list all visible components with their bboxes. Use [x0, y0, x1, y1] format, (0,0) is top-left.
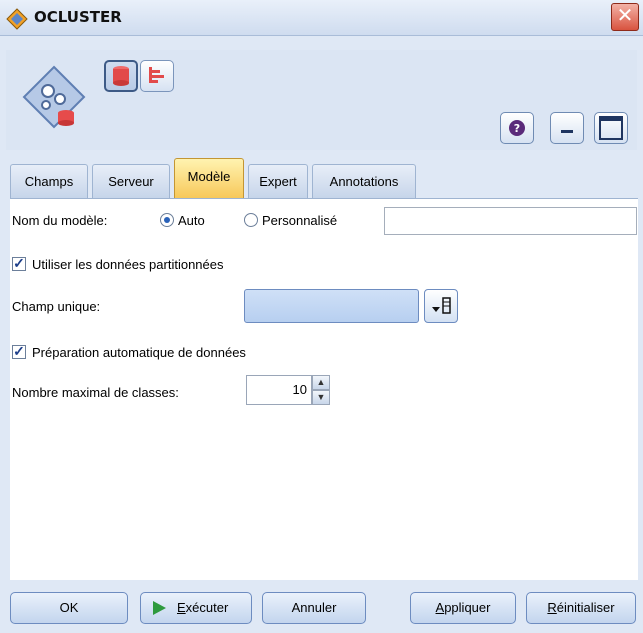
database-icon [113, 66, 129, 86]
dialog-footer: OK Exécuter Annuler Appliquer Réinitiali… [0, 580, 643, 633]
spinner-arrows: ▲ ▼ [312, 375, 330, 405]
close-icon: ✕ [616, 5, 634, 27]
maximize-icon [599, 116, 623, 140]
max-clusters-spinner[interactable]: 10 ▲ ▼ [246, 375, 330, 405]
dialog-window: OCLUSTER ✕ ? Champs Serveur Modèle Exper… [0, 0, 643, 633]
auto-radio[interactable] [160, 213, 174, 227]
help-icon: ? [509, 120, 525, 136]
tab-champs[interactable]: Champs [10, 164, 88, 198]
apply-label: Appliquer [435, 600, 491, 615]
cluster-node-icon [22, 65, 86, 129]
chart-toggle-button[interactable] [140, 60, 174, 92]
minimize-icon [561, 130, 573, 133]
custom-radio-label[interactable]: Personnalisé [262, 213, 337, 228]
node-diamond-icon [6, 8, 28, 30]
auto-radio-label[interactable]: Auto [178, 213, 205, 228]
max-clusters-value[interactable]: 10 [246, 375, 312, 405]
play-icon [153, 601, 166, 615]
use-partitioned-label[interactable]: Utiliser les données partitionnées [32, 257, 224, 272]
tab-bar: Champs Serveur Modèle Expert Annotations [10, 156, 630, 198]
spinner-down-icon[interactable]: ▼ [312, 390, 330, 405]
minimize-button[interactable] [550, 112, 584, 144]
toolbar: ? [6, 50, 637, 150]
window-title: OCLUSTER [34, 8, 122, 26]
apply-button[interactable]: Appliquer [410, 592, 516, 624]
chart-icon [149, 67, 164, 83]
cancel-button[interactable]: Annuler [262, 592, 366, 624]
close-button[interactable]: ✕ [611, 3, 639, 31]
auto-prep-label[interactable]: Préparation automatique de données [32, 345, 246, 360]
auto-prep-checkbox[interactable]: ✓ [12, 344, 26, 359]
svg-text:?: ? [514, 122, 520, 135]
model-panel: Nom du modèle: Auto Personnalisé ✓ Utili… [10, 198, 638, 580]
field-picker-button[interactable] [424, 289, 458, 323]
custom-model-name-input[interactable] [384, 207, 637, 235]
max-clusters-label: Nombre maximal de classes: [12, 385, 179, 400]
reset-button[interactable]: Réinitialiser [526, 592, 636, 624]
use-partitioned-checkbox[interactable]: ✓ [12, 256, 26, 271]
tab-annotations[interactable]: Annotations [312, 164, 416, 198]
title-bar[interactable]: OCLUSTER ✕ [0, 0, 643, 36]
database-toggle-button[interactable] [104, 60, 138, 92]
field-picker-icon [432, 297, 451, 314]
spinner-up-icon[interactable]: ▲ [312, 375, 330, 390]
maximize-button[interactable] [594, 112, 628, 144]
help-button[interactable]: ? [500, 112, 534, 144]
run-button[interactable]: Exécuter [140, 592, 252, 624]
tab-modele[interactable]: Modèle [174, 158, 244, 198]
tab-expert[interactable]: Expert [248, 164, 308, 198]
custom-radio[interactable] [244, 213, 258, 227]
reset-label: Réinitialiser [547, 600, 615, 615]
run-label: Exécuter [177, 600, 229, 615]
unique-field-label: Champ unique: [12, 299, 101, 314]
model-name-label: Nom du modèle: [12, 213, 108, 228]
tab-serveur[interactable]: Serveur [92, 164, 170, 198]
ok-button[interactable]: OK [10, 592, 128, 624]
unique-field-input[interactable] [244, 289, 419, 323]
